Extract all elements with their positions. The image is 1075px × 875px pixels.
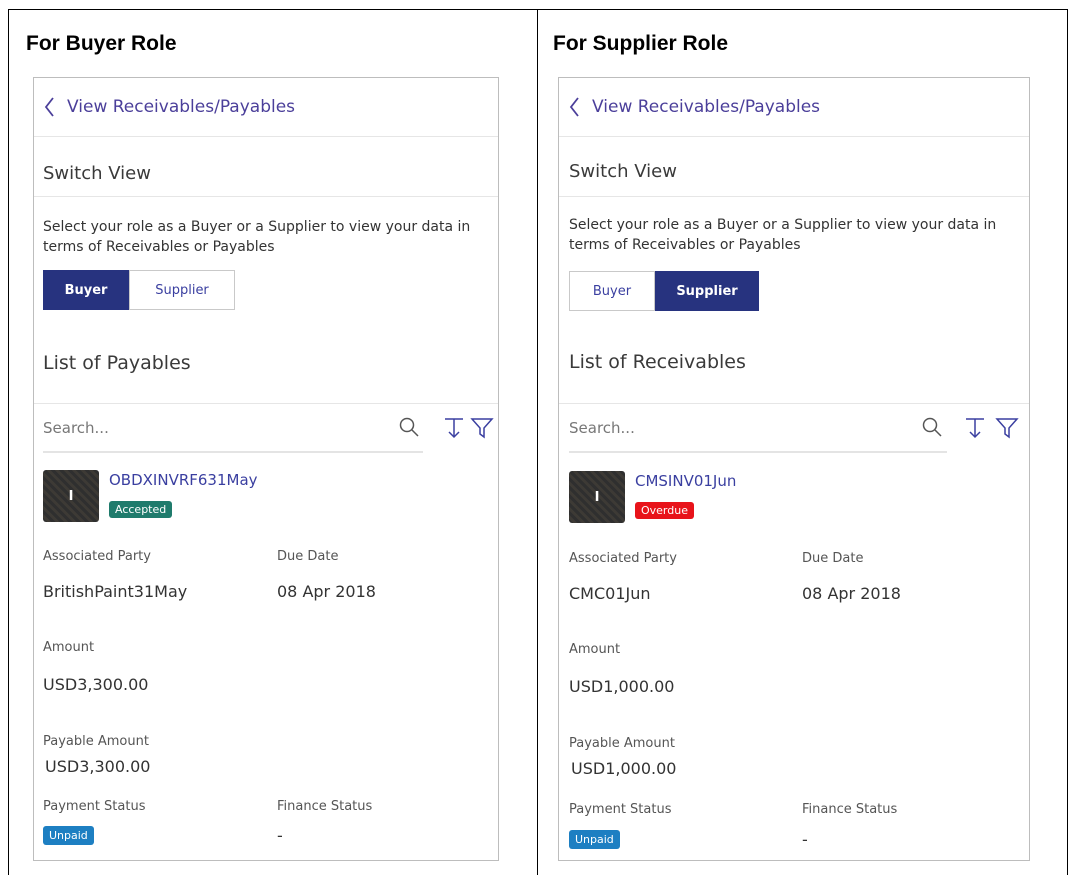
role-toggle: Buyer Supplier [569,271,759,311]
sort-icon[interactable] [442,416,466,444]
search-underline [569,451,947,453]
payment-status-label: Payment Status [43,799,146,814]
search-input[interactable]: Search... [43,419,109,437]
supplier-panel: View Receivables/Payables Switch View Se… [558,77,1030,861]
status-badge: Overdue [635,502,694,519]
search-icon[interactable] [398,416,422,444]
chevron-left-icon[interactable] [559,78,589,140]
nav-header: View Receivables/Payables [559,78,1029,137]
chevron-left-icon[interactable] [34,78,64,140]
payment-status-badge: Unpaid [569,830,620,849]
avatar: I [569,471,625,523]
payment-status-label: Payment Status [569,802,672,817]
search-input[interactable]: Search... [569,419,635,437]
payable-amount-value: USD3,300.00 [45,757,151,776]
payable-amount-label: Payable Amount [43,734,149,749]
payable-amount-label: Payable Amount [569,736,675,751]
frame-right-border [1067,9,1068,875]
associated-party-label: Associated Party [43,549,151,564]
frame-top-border [8,9,1068,10]
due-date-label: Due Date [277,549,339,564]
amount-value: USD1,000.00 [569,677,675,696]
payment-status-badge: Unpaid [43,826,94,845]
nav-title[interactable]: View Receivables/Payables [67,97,295,117]
filter-icon[interactable] [995,416,1019,444]
frame-left-border [8,9,9,875]
buyer-panel: View Receivables/Payables Switch View Se… [33,77,499,861]
finance-status-label: Finance Status [277,799,373,814]
due-date-label: Due Date [802,551,864,566]
frame-divider [537,9,538,875]
associated-party-value: CMC01Jun [569,584,651,603]
search-icon[interactable] [921,416,945,444]
buyer-toggle-button[interactable]: Buyer [43,270,129,310]
supplier-toggle-button[interactable]: Supplier [655,271,759,311]
nav-header: View Receivables/Payables [34,78,498,137]
associated-party-value: BritishPaint31May [43,582,188,601]
due-date-value: 08 Apr 2018 [277,582,376,601]
divider [559,196,1029,197]
list-title: List of Receivables [569,351,746,373]
switch-view-title: Switch View [43,163,151,184]
supplier-toggle-button[interactable]: Supplier [129,270,235,310]
invoice-title-link[interactable]: CMSINV01Jun [635,472,736,490]
due-date-value: 08 Apr 2018 [802,584,901,603]
search-underline [43,451,423,453]
buyer-toggle-button[interactable]: Buyer [569,271,655,311]
payable-amount-value: USD1,000.00 [571,759,677,778]
nav-title[interactable]: View Receivables/Payables [592,97,820,117]
status-badge: Accepted [109,501,173,518]
finance-status-label: Finance Status [802,802,898,817]
divider [34,403,498,404]
filter-icon[interactable] [470,416,494,444]
list-title: List of Payables [43,352,191,374]
amount-label: Amount [569,642,621,657]
amount-value: USD3,300.00 [43,675,149,694]
supplier-role-heading: For Supplier Role [553,32,729,55]
buyer-role-heading: For Buyer Role [26,32,177,55]
role-description: Select your role as a Buyer or a Supplie… [569,217,997,253]
associated-party-label: Associated Party [569,551,677,566]
finance-status-value: - [277,826,283,845]
divider [559,403,1029,404]
finance-status-value: - [802,830,808,849]
invoice-title-link[interactable]: OBDXINVRF631May [109,471,258,489]
role-toggle: Buyer Supplier [43,270,235,310]
avatar: I [43,470,99,522]
switch-view-title: Switch View [569,161,677,182]
amount-label: Amount [43,640,95,655]
role-description: Select your role as a Buyer or a Supplie… [43,219,471,255]
sort-icon[interactable] [963,416,987,444]
divider [34,196,498,197]
